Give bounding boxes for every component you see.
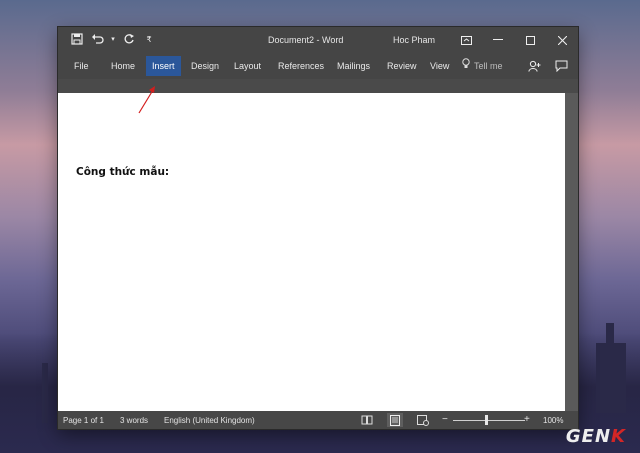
zoom-slider-thumb[interactable]	[485, 415, 488, 425]
share-person-icon[interactable]	[525, 56, 543, 76]
quick-access-toolbar: ▾ ₹	[70, 32, 156, 46]
tab-review[interactable]: Review	[381, 56, 423, 76]
ribbon-tab-bar: File Home Insert Design Layout Reference…	[58, 53, 578, 79]
tab-references[interactable]: References	[272, 56, 330, 76]
web-layout-icon[interactable]	[415, 413, 431, 427]
word-count[interactable]: 3 words	[120, 416, 148, 425]
background-building	[596, 343, 626, 413]
status-bar: Page 1 of 1 3 words English (United King…	[58, 411, 578, 429]
ribbon-display-options-icon[interactable]	[450, 27, 482, 53]
brand-text-accent: K	[611, 426, 626, 447]
save-icon[interactable]	[70, 32, 84, 46]
vertical-scrollbar[interactable]	[565, 93, 578, 411]
tell-me-search[interactable]: Tell me	[462, 56, 503, 76]
minimize-icon[interactable]	[482, 27, 514, 53]
document-page[interactable]: Công thức mẫu:	[58, 93, 565, 411]
tab-design[interactable]: Design	[185, 56, 225, 76]
ribbon-collapsed-area	[58, 79, 578, 93]
comments-icon[interactable]	[552, 56, 570, 76]
title-bar: ▾ ₹ Document2 - Word Hoc Pham	[58, 27, 578, 53]
tab-layout[interactable]: Layout	[228, 56, 267, 76]
window-title: Document2 - Word	[268, 35, 344, 45]
redo-icon[interactable]	[122, 32, 136, 46]
zoom-out-button[interactable]: −	[442, 414, 448, 425]
tab-insert[interactable]: Insert	[146, 56, 181, 76]
window-controls	[450, 27, 578, 53]
language-indicator[interactable]: English (United Kingdom)	[164, 416, 255, 425]
document-text[interactable]: Công thức mẫu:	[76, 166, 169, 178]
brand-text: GEN	[565, 426, 612, 447]
customize-toolbar-icon[interactable]: ₹	[142, 32, 156, 46]
tab-home[interactable]: Home	[105, 56, 141, 76]
tab-file[interactable]: File	[68, 56, 95, 76]
zoom-level[interactable]: 100%	[543, 416, 563, 425]
user-name[interactable]: Hoc Pham	[393, 35, 435, 45]
tab-view[interactable]: View	[424, 56, 455, 76]
brand-watermark: GENK	[566, 426, 626, 447]
word-window: ▾ ₹ Document2 - Word Hoc Pham File Home …	[58, 27, 578, 429]
undo-dropdown-icon[interactable]: ▾	[110, 32, 116, 46]
background-building	[606, 323, 614, 353]
tell-me-label: Tell me	[474, 61, 503, 71]
lightbulb-icon	[462, 56, 470, 76]
zoom-in-button[interactable]: +	[524, 414, 530, 425]
tab-mailings[interactable]: Mailings	[331, 56, 376, 76]
background-tower	[42, 363, 48, 423]
read-mode-icon[interactable]	[359, 413, 375, 427]
close-icon[interactable]	[546, 27, 578, 53]
zoom-slider-track[interactable]	[453, 420, 525, 421]
print-layout-icon[interactable]	[387, 413, 403, 427]
undo-icon[interactable]	[90, 32, 104, 46]
page-count[interactable]: Page 1 of 1	[63, 416, 104, 425]
maximize-icon[interactable]	[514, 27, 546, 53]
document-area: Công thức mẫu:	[58, 93, 578, 411]
